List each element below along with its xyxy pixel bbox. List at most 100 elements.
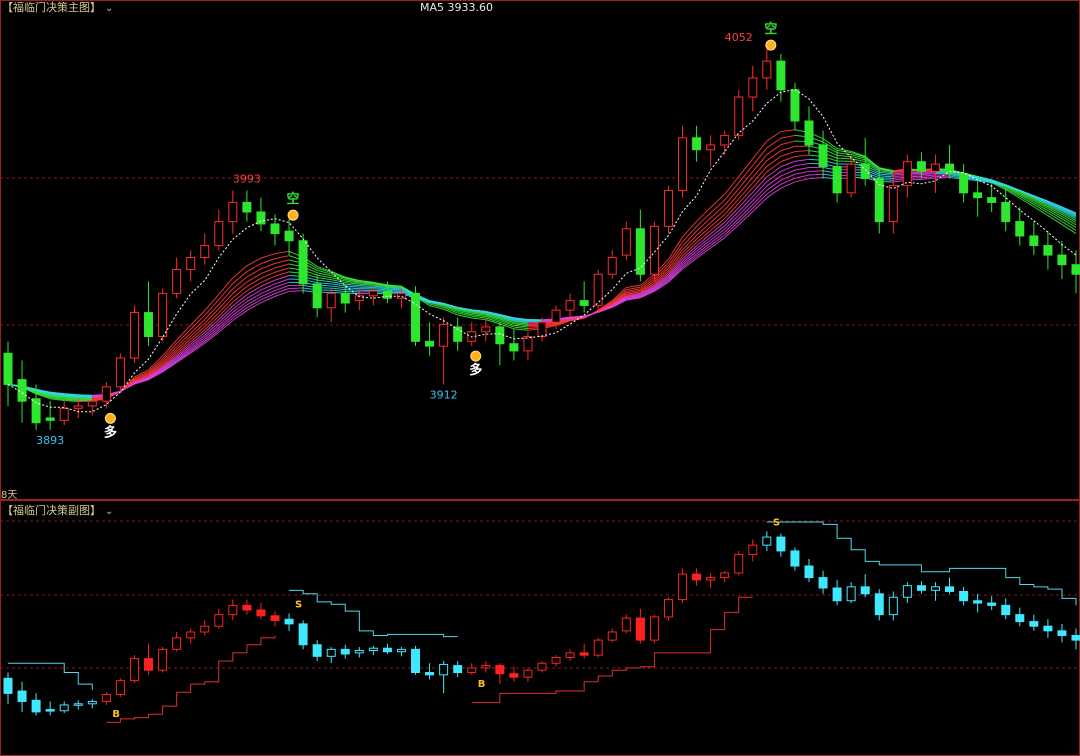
fast-ribbon-segment xyxy=(780,134,796,139)
chevron-down-icon[interactable]: ⌄ xyxy=(105,506,113,517)
candle-body xyxy=(158,292,168,338)
candle-body xyxy=(270,223,280,235)
slow-ribbon-segment xyxy=(78,394,93,396)
slow-ribbon-segment xyxy=(752,197,768,212)
gold-ingot-icon xyxy=(470,350,482,362)
sub-candle-body xyxy=(973,600,983,604)
chart-canvas[interactable]: 3893 3993 3912 4052 多 空多 空 B S B S xyxy=(0,0,1080,756)
candle-body xyxy=(621,228,631,256)
sub-candle-body xyxy=(1071,634,1080,641)
sub-panel-candles[interactable] xyxy=(3,531,1080,716)
main-candlesticks[interactable] xyxy=(3,49,1080,430)
candle-body xyxy=(382,290,392,299)
fast-ribbon-segment xyxy=(260,258,276,265)
slow-ribbon-segment xyxy=(794,158,810,162)
candle-body xyxy=(326,292,336,309)
slow-ribbon-segment xyxy=(387,288,402,290)
chevron-down-icon[interactable]: ⌄ xyxy=(105,3,113,14)
slow-ribbon-segment xyxy=(921,173,936,176)
sub-candle-body xyxy=(607,631,617,641)
slow-ribbon-segment xyxy=(260,295,276,304)
candle-body xyxy=(902,161,912,187)
candle-body xyxy=(720,134,730,146)
sub-candle-body xyxy=(425,672,435,676)
slow-ribbon-segment xyxy=(218,317,234,331)
ma5-readout: MA5 3933.60 xyxy=(420,1,493,14)
candle-body xyxy=(832,166,842,194)
candle-body xyxy=(916,161,926,172)
sub-candle-body xyxy=(1001,604,1011,616)
slow-ribbon-segment xyxy=(331,289,346,292)
sub-panel-header[interactable]: 【福临门决策副图】 ⌄ xyxy=(2,504,113,519)
slow-ribbon-segment xyxy=(921,175,936,179)
candle-body xyxy=(368,290,378,297)
sub-candle-body xyxy=(396,648,406,653)
candle-body xyxy=(214,221,224,247)
fast-ribbon-segment xyxy=(274,271,290,277)
fast-ribbon-segment xyxy=(204,304,220,320)
candle-body xyxy=(593,273,603,306)
candle-body xyxy=(692,137,702,151)
fast-ribbon-segment xyxy=(246,273,262,283)
candle-body xyxy=(312,283,322,309)
fast-ribbon-segment xyxy=(837,157,852,160)
moving-average-bands xyxy=(7,129,1077,402)
sub-panel-step-lines xyxy=(8,521,1077,723)
candle-body xyxy=(228,201,238,223)
gold-ingot-icon xyxy=(765,39,777,51)
slow-ribbon-segment xyxy=(331,285,346,289)
price-annotation: 3993 xyxy=(233,172,261,185)
slow-ribbon-segment xyxy=(331,287,346,291)
fast-ribbon-segment xyxy=(780,140,796,146)
sub-candle-body xyxy=(17,690,27,702)
sub-candle-body xyxy=(663,599,673,618)
fast-ribbon-segment xyxy=(274,263,290,269)
sub-candle-body xyxy=(678,573,688,601)
sub-signal-label: S xyxy=(773,517,780,528)
slow-ribbon-segment xyxy=(260,290,276,298)
sub-candle-body xyxy=(1029,621,1039,627)
candle-body xyxy=(748,77,758,98)
slow-ribbon-segment xyxy=(345,287,360,290)
candle-body xyxy=(425,340,435,347)
candle-body xyxy=(1001,201,1011,223)
fast-ribbon-segment xyxy=(274,259,290,264)
sub-candle-body xyxy=(59,704,69,712)
sub-candle-body xyxy=(186,631,196,639)
main-panel-header[interactable]: 【福临门决策主图】 ⌄ xyxy=(2,1,113,16)
candle-body xyxy=(762,60,772,79)
fast-ribbon-segment xyxy=(724,203,740,219)
fast-ribbon-segment xyxy=(260,253,276,259)
fast-ribbon-segment xyxy=(176,332,192,348)
fast-ribbon-segment xyxy=(513,328,528,331)
slow-ribbon-segment xyxy=(345,289,360,291)
slow-ribbon-segment xyxy=(879,175,894,178)
sub-candle-body xyxy=(579,652,589,656)
slow-ribbon-segment xyxy=(738,207,754,223)
candle-body xyxy=(818,144,828,168)
slow-ribbon-segment xyxy=(794,163,810,167)
fast-ribbon-segment xyxy=(766,155,782,167)
sub-signal-label: B xyxy=(478,679,486,690)
sub-candle-body xyxy=(312,644,322,657)
gridlines xyxy=(0,0,1080,756)
fast-ribbon-segment xyxy=(246,277,262,287)
candle-body xyxy=(439,324,449,347)
fast-ribbon-segment xyxy=(682,242,697,257)
sub-signal-label: S xyxy=(295,599,302,610)
sub-candle-body xyxy=(284,618,294,625)
slow-ribbon-segment xyxy=(738,191,754,208)
candle-body xyxy=(888,185,898,223)
fast-ribbon-segment xyxy=(780,145,796,152)
sub-panel-title: 【福临门决策副图】 xyxy=(2,504,101,517)
sub-candle-body xyxy=(3,677,13,694)
fast-ribbon-segment xyxy=(218,293,234,310)
fast-ribbon-segment xyxy=(471,317,486,321)
candle-body xyxy=(706,144,716,151)
sub-candle-body xyxy=(776,536,786,552)
fast-ribbon-segment xyxy=(780,156,796,163)
sub-candle-body xyxy=(228,604,238,616)
sub-candle-body xyxy=(200,625,210,633)
candle-body xyxy=(1057,254,1067,266)
candle-body xyxy=(551,309,561,323)
